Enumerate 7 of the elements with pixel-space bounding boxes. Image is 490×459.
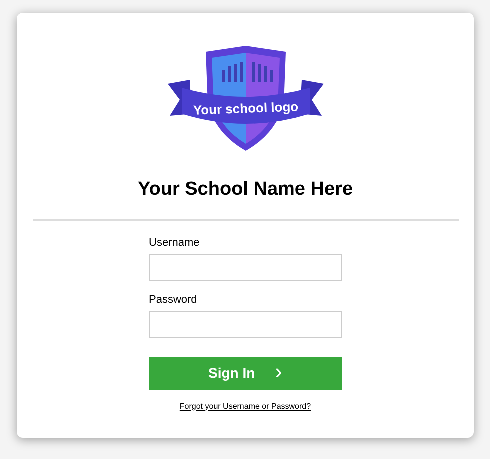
field-label: Username [149, 238, 201, 248]
input-field[interactable] [149, 254, 342, 280]
logo-text: Your school logo [192, 98, 300, 120]
field-label: Password [149, 294, 198, 306]
school-name: Your School Name Here [138, 178, 354, 202]
forgot-credentials-link[interactable]: Forgot your Username or Password? [180, 400, 312, 412]
input-field[interactable] [149, 310, 342, 338]
